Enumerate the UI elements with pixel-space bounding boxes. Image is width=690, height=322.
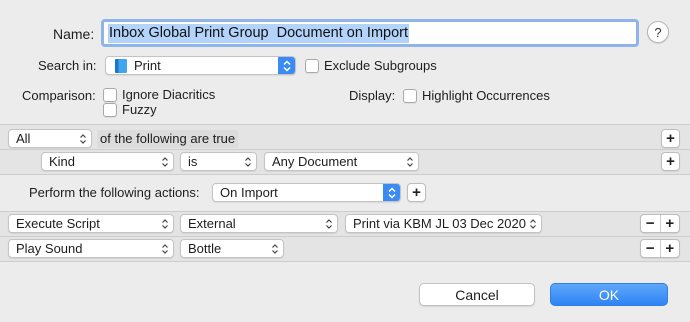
updown-chevron-icon (162, 219, 168, 229)
updown-chevron-icon (530, 219, 536, 229)
updown-arrows-icon (383, 184, 400, 201)
cancel-label: Cancel (455, 286, 499, 303)
add-trigger-button[interactable]: + (407, 183, 426, 202)
highlight-occurrences-checkbox[interactable] (403, 89, 417, 103)
name-field[interactable]: Inbox Global Print Group Document on Imp… (101, 19, 639, 47)
updown-chevron-icon (162, 244, 168, 254)
add-criterion-button[interactable]: + (661, 152, 680, 171)
database-book-icon (115, 58, 127, 73)
criterion-field-value: Kind (49, 154, 76, 169)
add-condition-group-button[interactable]: + (661, 129, 680, 148)
plus-icon: + (665, 215, 675, 232)
highlight-occurrences-label: Highlight Occurrences (422, 88, 550, 103)
action-2-value: Play Sound (16, 241, 83, 256)
plus-icon: + (666, 153, 675, 170)
action-1-remove-add: − + (640, 214, 680, 233)
fuzzy-label: Fuzzy (122, 102, 157, 117)
ok-label: OK (598, 286, 620, 303)
action-1-target-value: Print via KBM JL 03 Dec 2020 (353, 216, 526, 231)
add-action-1-button[interactable]: + (661, 215, 680, 232)
exclude-subgroups-checkbox[interactable] (305, 59, 319, 73)
of-following-label: of the following are true (97, 130, 239, 148)
action-2-type-value: Bottle (188, 241, 222, 256)
action-2-type-popup[interactable]: Bottle (180, 239, 284, 258)
plus-icon: + (666, 130, 675, 147)
action-1-type-value: External (188, 216, 236, 231)
ignore-diacritics-checkbox[interactable] (103, 88, 117, 102)
ok-button[interactable]: OK (550, 283, 668, 306)
ignore-diacritics-label: Ignore Diacritics (122, 87, 216, 102)
criterion-value: Any Document (272, 154, 358, 169)
action-1-popup[interactable]: Execute Script (8, 214, 174, 233)
perform-actions-label: Perform the following actions: (29, 185, 200, 200)
updown-chevron-icon (326, 219, 332, 229)
updown-chevron-icon (245, 157, 251, 167)
action-2-remove-add: − + (640, 239, 680, 258)
exclude-subgroups-label: Exclude Subgroups (324, 58, 437, 73)
fuzzy-checkbox[interactable] (103, 103, 117, 117)
match-value: All (16, 131, 31, 146)
cancel-button[interactable]: Cancel (419, 283, 535, 306)
search-in-value: Print (134, 58, 161, 73)
help-icon: ? (654, 24, 662, 40)
search-in-popup[interactable]: Print (105, 56, 296, 75)
match-popup[interactable]: All (8, 129, 92, 148)
updown-chevron-icon (272, 244, 278, 254)
criterion-value-popup[interactable]: Any Document (264, 152, 419, 171)
display-label: Display: (349, 88, 396, 103)
remove-action-2-button[interactable]: − (641, 240, 661, 257)
plus-icon: + (412, 184, 421, 201)
search-in-label: Search in: (38, 58, 97, 73)
action-1-value: Execute Script (16, 216, 100, 231)
updown-arrows-icon (278, 57, 295, 74)
updown-chevron-icon (80, 134, 86, 144)
criterion-field-popup[interactable]: Kind (41, 152, 174, 171)
minus-icon: − (645, 240, 655, 257)
criterion-operator-popup[interactable]: is (180, 152, 257, 171)
add-action-2-button[interactable]: + (661, 240, 680, 257)
action-2-popup[interactable]: Play Sound (8, 239, 174, 258)
help-button[interactable]: ? (647, 21, 669, 43)
comparison-label: Comparison: (22, 88, 96, 103)
remove-action-1-button[interactable]: − (641, 215, 661, 232)
minus-icon: − (645, 215, 655, 232)
action-1-type-popup[interactable]: External (180, 214, 338, 233)
plus-icon: + (665, 240, 675, 257)
trigger-value: On Import (220, 185, 278, 200)
action-1-target-popup[interactable]: Print via KBM JL 03 Dec 2020 (345, 214, 542, 233)
name-label: Name: (53, 26, 95, 42)
updown-chevron-icon (162, 157, 168, 167)
name-value: Inbox Global Print Group Document on Imp… (108, 23, 410, 43)
criterion-operator-value: is (188, 154, 198, 169)
trigger-popup[interactable]: On Import (212, 183, 401, 202)
updown-chevron-icon (407, 157, 413, 167)
